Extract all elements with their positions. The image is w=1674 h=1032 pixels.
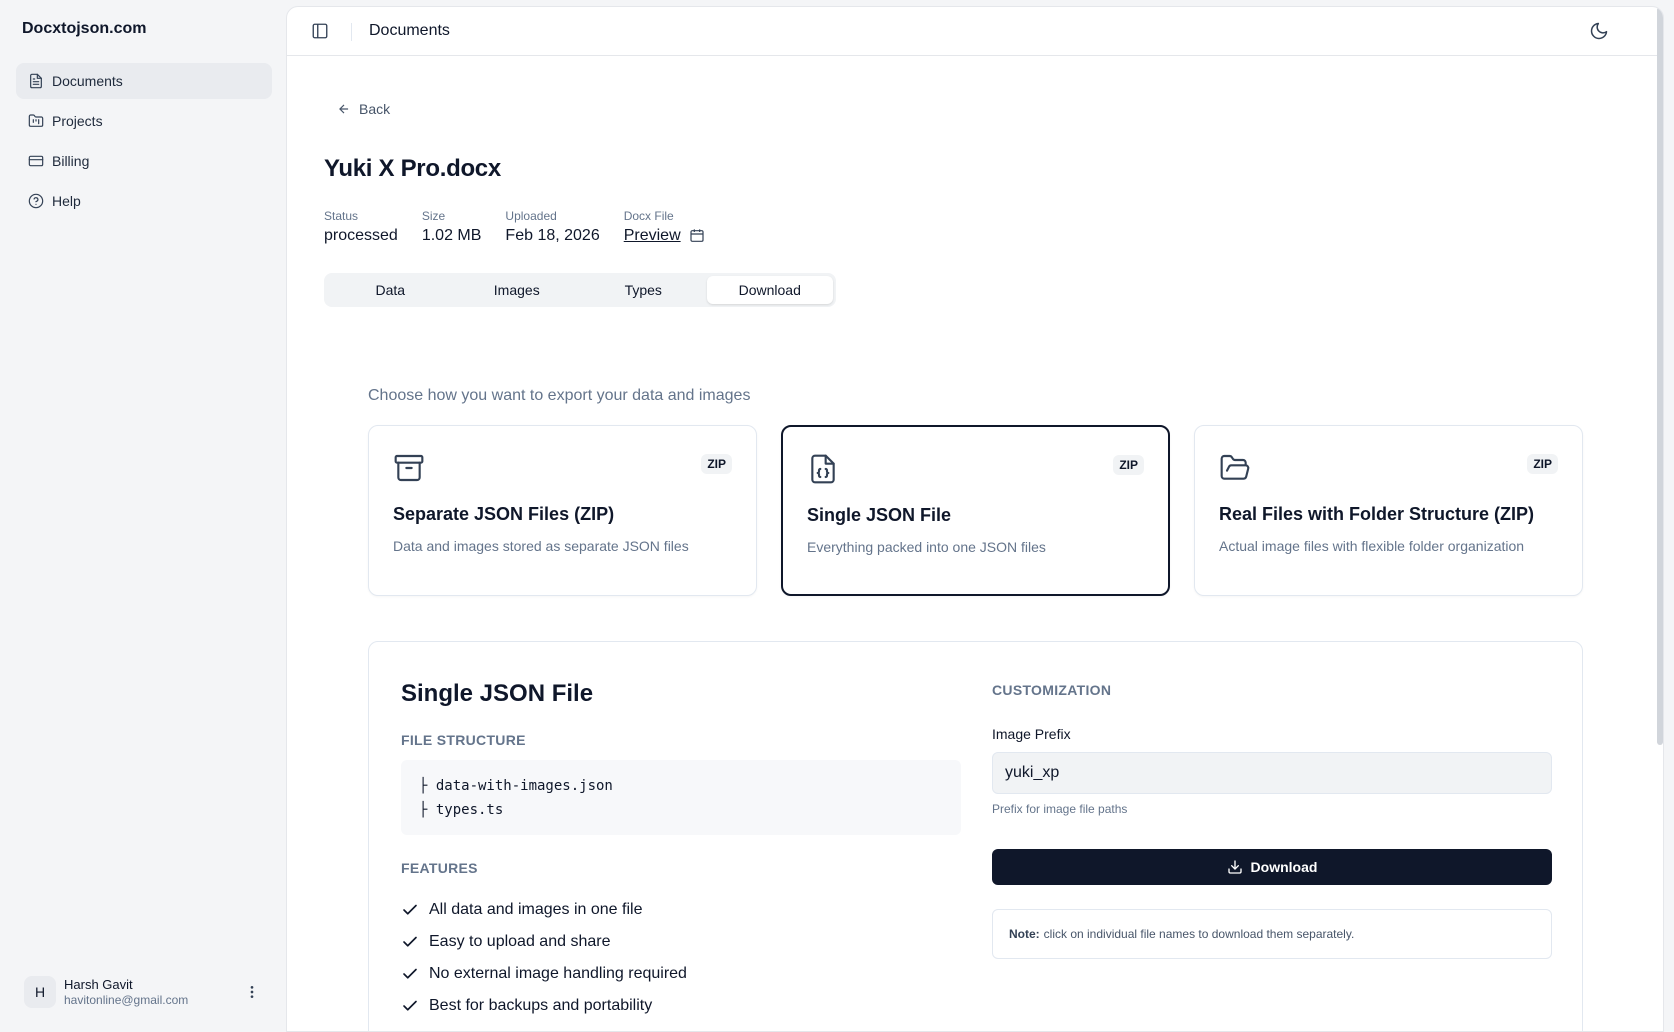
option-title: Single JSON File [807, 505, 952, 525]
sidebar-item-label: Billing [52, 153, 90, 169]
topbar: Documents [287, 7, 1663, 56]
export-option-separate-json[interactable]: ZIP Separate JSON Files (ZIP) Data and i… [368, 425, 757, 596]
user-email: havitonline@gmail.com [64, 992, 189, 1007]
format-badge: ZIP [1527, 454, 1558, 474]
user-info: Harsh Gavit havitonline@gmail.com [64, 977, 188, 1007]
file-text-icon [30, 73, 42, 89]
image-prefix-input[interactable] [992, 752, 1552, 794]
feature-text: No external image handling required [429, 965, 687, 982]
file-json-icon [807, 453, 839, 485]
tab-data[interactable]: Data [327, 276, 454, 304]
export-details: Single JSON File FILE STRUCTURE ├ data-w… [368, 641, 1583, 1031]
meta-label: Status [324, 209, 359, 223]
meta-size: Size 1.02 MB [422, 209, 482, 245]
sidebar-item-documents[interactable]: Documents [16, 63, 272, 99]
moon-icon[interactable] [1589, 21, 1609, 41]
document-tabs: Data Images Types Download [324, 273, 836, 307]
meta-status: Status processed [324, 209, 398, 245]
help-circle-icon [28, 193, 44, 209]
export-option-folder-structure[interactable]: ZIP Real Files with Folder Structure (ZI… [1194, 425, 1583, 596]
archive-icon [393, 452, 425, 484]
features-label: FEATURES [401, 860, 478, 876]
sidebar-item-label: Projects [52, 113, 103, 129]
avatar: H [24, 976, 56, 1008]
main-panel: Documents Back Yuki X Pro.docx Status pr… [286, 6, 1664, 1032]
meta-docx: Docx File Preview [624, 209, 705, 245]
feature-text: Best for backups and portability [429, 997, 653, 1014]
list-item: No external image handling required [401, 958, 687, 990]
uploaded-value: Feb 18, 2026 [505, 227, 600, 244]
format-badge: ZIP [1113, 455, 1144, 475]
tab-download[interactable]: Download [706, 276, 833, 304]
option-description: Data and images stored as separate JSON … [393, 538, 689, 554]
sidebar-item-label: Help [52, 193, 81, 209]
file-name[interactable]: ├ data-with-images.json [419, 774, 943, 798]
arrow-left-icon [339, 104, 349, 114]
option-description: Everything packed into one JSON files [807, 539, 1046, 555]
file-name[interactable]: ├ types.ts [419, 798, 943, 822]
sidebar-item-label: Documents [52, 73, 123, 89]
option-description: Actual image files with flexible folder … [1219, 538, 1525, 554]
download-label: Download [1250, 859, 1318, 875]
preview-label: Preview [623, 227, 681, 244]
document-meta: Status processed Size 1.02 MB Uploaded F… [324, 209, 729, 245]
folder-open-icon [1219, 452, 1251, 484]
sidebar-item-projects[interactable]: Projects [16, 103, 272, 139]
export-option-single-json[interactable]: ZIP Single JSON File Everything packed i… [781, 425, 1170, 596]
preview-link[interactable]: Preview [624, 227, 705, 245]
file-structure: ├ data-with-images.json ├ types.ts [401, 760, 961, 835]
sidebar-item-help[interactable]: Help [16, 183, 272, 219]
page-title: Documents [369, 22, 450, 39]
check-icon [403, 904, 417, 915]
sidebar-nav: Documents Projects Billing Help [16, 63, 272, 223]
download-note: Note: click on individual file names to … [992, 909, 1552, 959]
sidebar-item-billing[interactable]: Billing [16, 143, 272, 179]
meta-label: Size [421, 209, 446, 223]
feature-text: All data and images in one file [429, 901, 643, 918]
image-prefix-hint: Prefix for image file paths [992, 802, 1128, 816]
export-instructions: Choose how you want to export your data … [368, 387, 751, 404]
document-title: Yuki X Pro.docx [324, 155, 501, 182]
tab-images[interactable]: Images [454, 276, 581, 304]
scrollbar[interactable] [1657, 7, 1663, 745]
download-icon [1227, 860, 1242, 874]
status-value: processed [324, 227, 398, 244]
size-value: 1.02 MB [421, 227, 482, 244]
meta-label: Uploaded [505, 209, 557, 223]
topbar-divider [351, 23, 352, 41]
check-icon [403, 1000, 417, 1011]
file-structure-label: FILE STRUCTURE [401, 732, 526, 748]
note-label: Note: [1009, 927, 1040, 941]
sidebar-toggle-icon[interactable] [311, 22, 329, 40]
download-button[interactable]: Download [992, 849, 1552, 885]
meta-label: Docx File [623, 209, 674, 223]
list-item: All data and images in one file [401, 894, 687, 926]
brand-logo[interactable]: Docxtojson.com [22, 20, 146, 38]
check-icon [403, 936, 417, 947]
credit-card-icon [28, 155, 44, 167]
user-profile[interactable]: H Harsh Gavit havitonline@gmail.com [24, 972, 272, 1012]
check-icon [403, 968, 417, 979]
format-badge: ZIP [701, 454, 732, 474]
note-text: click on individual file names to downlo… [1043, 927, 1355, 941]
tab-types[interactable]: Types [580, 276, 707, 304]
image-prefix-label: Image Prefix [992, 726, 1071, 742]
option-title: Separate JSON Files (ZIP) [393, 504, 615, 524]
user-name: Harsh Gavit [64, 977, 133, 992]
list-item: Easy to upload and share [401, 926, 687, 958]
list-item: Best for backups and portability [401, 990, 687, 1022]
export-options: ZIP Separate JSON Files (ZIP) Data and i… [368, 425, 1607, 596]
meta-uploaded: Uploaded Feb 18, 2026 [505, 209, 599, 245]
customization-label: CUSTOMIZATION [992, 682, 1112, 698]
back-link[interactable]: Back [337, 101, 390, 117]
folder-kanban-icon [28, 114, 44, 127]
feature-text: Easy to upload and share [429, 933, 611, 950]
back-label: Back [359, 101, 391, 117]
details-title: Single JSON File [401, 680, 594, 707]
more-vertical-icon[interactable] [242, 982, 262, 1002]
calendar-icon [690, 229, 704, 242]
features-list: All data and images in one file Easy to … [401, 894, 687, 1022]
sidebar: Docxtojson.com Documents Projects Billin… [0, 0, 286, 1032]
option-title: Real Files with Folder Structure (ZIP) [1219, 504, 1535, 524]
